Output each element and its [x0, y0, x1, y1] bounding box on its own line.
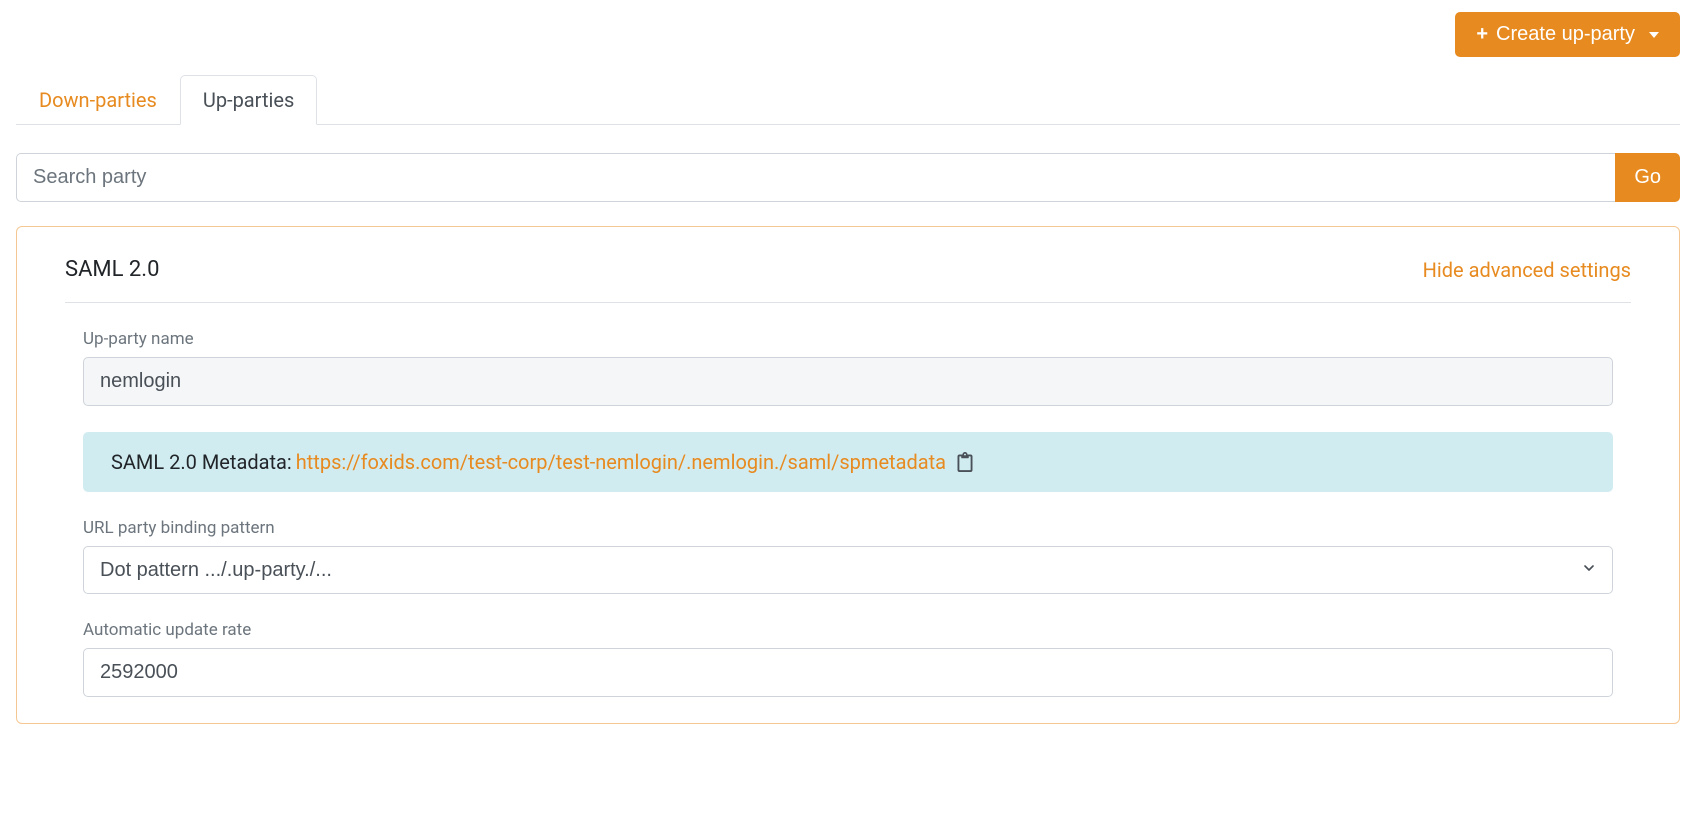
- auto-update-rate-group: Automatic update rate: [65, 620, 1631, 697]
- search-go-button[interactable]: Go: [1615, 153, 1680, 202]
- create-up-party-button[interactable]: + Create up-party: [1455, 12, 1680, 57]
- tab-down-parties[interactable]: Down-parties: [16, 75, 180, 125]
- metadata-label: SAML 2.0 Metadata:: [111, 450, 292, 474]
- url-binding-pattern-group: URL party binding pattern Dot pattern ..…: [65, 518, 1631, 594]
- plus-icon: +: [1476, 23, 1488, 46]
- tab-up-parties[interactable]: Up-parties: [180, 75, 317, 125]
- search-input[interactable]: [16, 153, 1615, 202]
- saml-card: SAML 2.0 Hide advanced settings Up-party…: [16, 226, 1680, 724]
- metadata-info-box: SAML 2.0 Metadata: https://foxids.com/te…: [83, 432, 1613, 492]
- create-up-party-label: Create up-party: [1496, 23, 1635, 46]
- hide-advanced-settings-link[interactable]: Hide advanced settings: [1423, 258, 1631, 282]
- card-header: SAML 2.0 Hide advanced settings: [65, 257, 1631, 303]
- up-party-name-label: Up-party name: [83, 329, 1613, 349]
- auto-update-rate-field[interactable]: [83, 648, 1613, 697]
- clipboard-icon[interactable]: [956, 452, 974, 472]
- card-title: SAML 2.0: [65, 257, 159, 282]
- tabs-container: Down-parties Up-parties: [16, 75, 1680, 125]
- metadata-url-link[interactable]: https://foxids.com/test-corp/test-nemlog…: [296, 450, 946, 474]
- auto-update-rate-label: Automatic update rate: [83, 620, 1613, 640]
- up-party-name-group: Up-party name: [65, 329, 1631, 406]
- url-binding-pattern-label: URL party binding pattern: [83, 518, 1613, 538]
- url-binding-pattern-select[interactable]: Dot pattern .../.up-party./...: [83, 546, 1613, 594]
- search-bar: Go: [16, 153, 1680, 202]
- up-party-name-field[interactable]: [83, 357, 1613, 406]
- caret-down-icon: [1649, 32, 1659, 38]
